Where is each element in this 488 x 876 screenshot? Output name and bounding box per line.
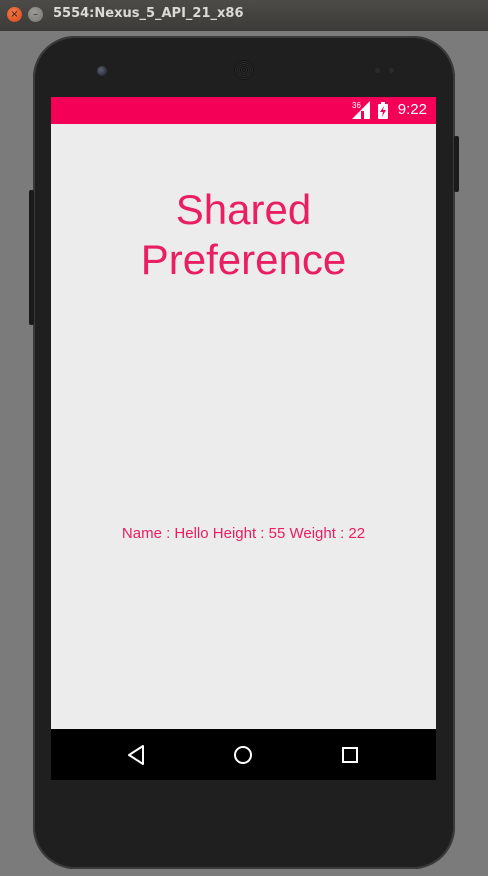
window-title-bar: × – 5554:Nexus_5_API_21_x86 xyxy=(0,0,488,31)
close-icon: × xyxy=(10,8,19,20)
device-screen: 36 9:22 Shared Preference Name : Hello H… xyxy=(51,97,436,780)
cell-signal-icon: 36 xyxy=(352,101,370,119)
home-icon[interactable] xyxy=(229,741,257,769)
page-title-line1: Shared xyxy=(175,186,312,233)
page-title-line2: Preference xyxy=(140,236,347,283)
window-title: 5554:Nexus_5_API_21_x86 xyxy=(53,6,244,21)
proximity-sensor xyxy=(375,68,380,73)
page-title: Shared Preference xyxy=(51,185,436,285)
svg-text:36: 36 xyxy=(352,101,361,110)
navigation-bar xyxy=(51,729,436,780)
minimize-icon: – xyxy=(33,8,38,20)
light-sensor xyxy=(389,68,394,73)
power-button[interactable] xyxy=(454,136,459,192)
window-minimize-button[interactable]: – xyxy=(28,7,43,22)
back-icon[interactable] xyxy=(123,741,151,769)
volume-button[interactable] xyxy=(29,190,34,325)
battery-charging-icon xyxy=(378,102,388,119)
window-close-button[interactable]: × xyxy=(7,7,22,22)
recents-icon[interactable] xyxy=(336,741,364,769)
preference-values-text: Name : Hello Height : 55 Weight : 22 xyxy=(121,525,366,542)
front-camera-icon xyxy=(97,66,107,76)
earpiece-speaker xyxy=(234,60,254,80)
status-bar: 36 9:22 xyxy=(51,97,436,124)
status-time: 9:22 xyxy=(397,101,427,118)
